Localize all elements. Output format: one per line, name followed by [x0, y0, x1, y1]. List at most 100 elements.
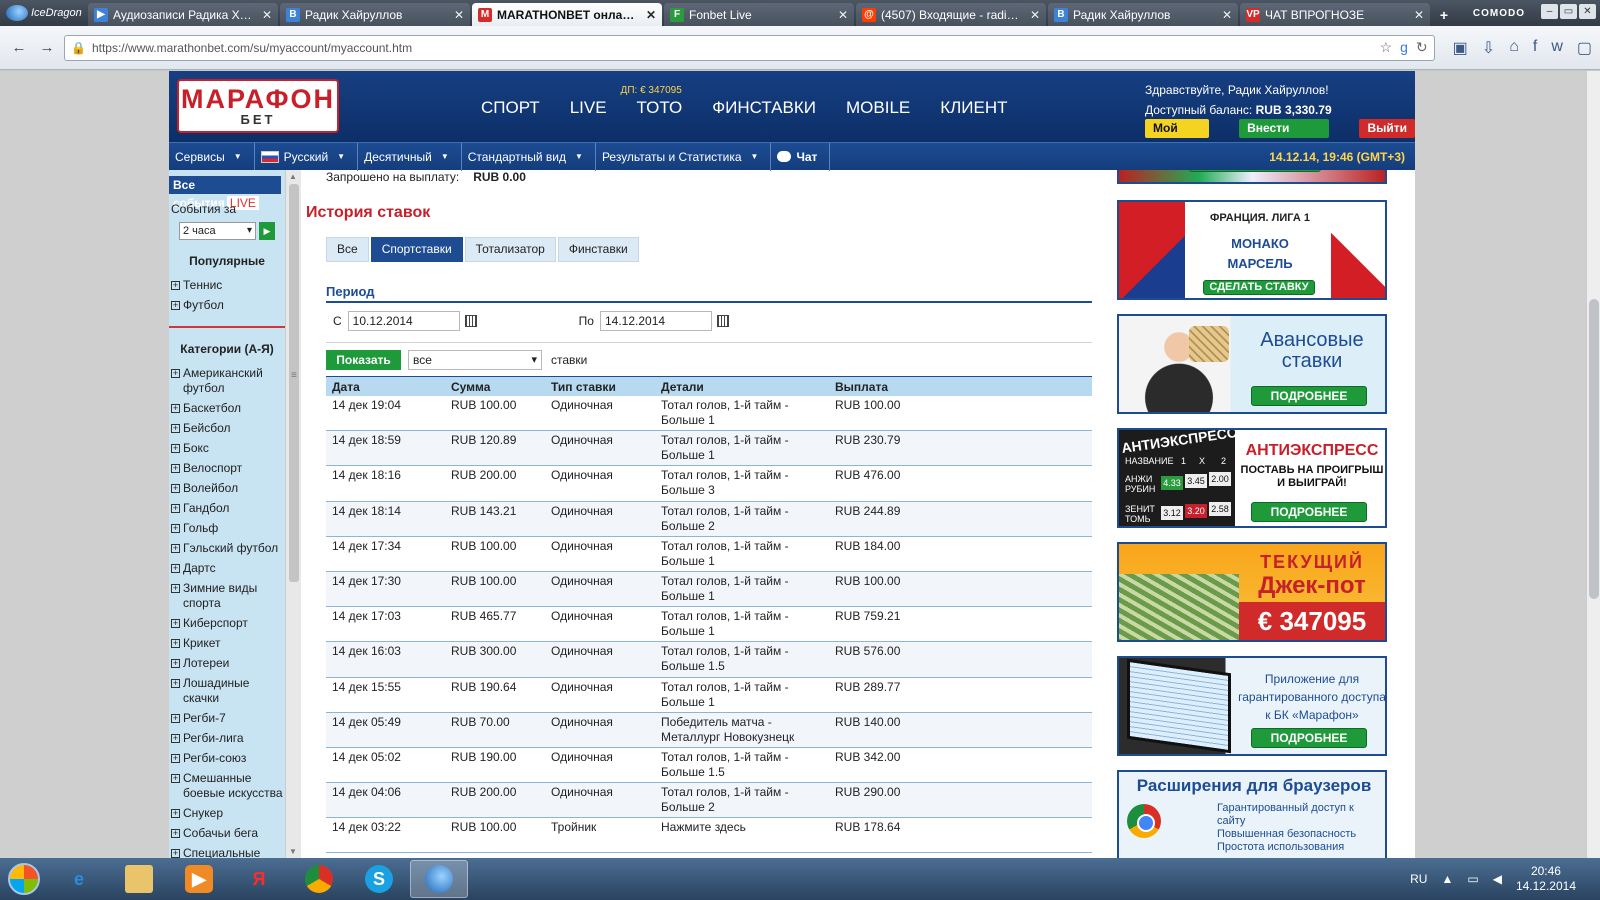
expand-plus-icon[interactable]: + [171, 829, 180, 838]
deposit-button[interactable]: Внести сумму [1239, 119, 1330, 154]
taskbar-chrome[interactable] [290, 860, 348, 898]
expand-plus-icon[interactable]: + [171, 544, 180, 553]
sidebar-category[interactable]: + Гандбол [169, 499, 285, 519]
sidebar-scrollbar[interactable]: ▲ ≡ ▼ [285, 170, 301, 858]
taskbar-explorer[interactable] [110, 860, 168, 898]
expand-plus-icon[interactable]: + [171, 281, 180, 290]
nav-toto[interactable]: ДП: € 347095 ТОТО [621, 85, 683, 118]
nav-sport[interactable]: СПОРТ [481, 98, 540, 118]
all-events-header[interactable]: Все события LIVE [169, 176, 281, 210]
browser-tab[interactable]: ▶ Аудиозаписи Радика Хайр... ✕ [88, 3, 278, 26]
results-menu[interactable]: Результаты и Статистика ▼ [596, 142, 772, 171]
menu-icon[interactable]: ▢ [1577, 38, 1592, 58]
language-menu[interactable]: Русский ▼ [255, 142, 359, 171]
more-button[interactable]: ПОДРОБНЕЕ [1251, 728, 1367, 748]
expand-plus-icon[interactable]: + [171, 809, 180, 818]
sidebar-category[interactable]: + Регби-7 [169, 709, 285, 729]
browser-tab[interactable]: B Радик Хайруллов ✕ [280, 3, 470, 26]
expand-plus-icon[interactable]: + [171, 369, 180, 378]
to-date-input[interactable]: 14.12.2014 [599, 311, 712, 331]
sidebar-category[interactable]: + Лошадиные скачки [169, 674, 285, 709]
sidebar-category[interactable]: + Снукер [169, 804, 285, 824]
address-bar[interactable]: 🔒 https://www.marathonbet.com/su/myaccou… [64, 34, 1435, 61]
page-scroll-thumb[interactable] [1589, 299, 1599, 599]
expand-plus-icon[interactable]: + [171, 564, 180, 573]
expand-plus-icon[interactable]: + [171, 301, 180, 310]
taskbar-icedragon[interactable] [410, 860, 468, 898]
url-text[interactable]: https://www.marathonbet.com/su/myaccount… [92, 41, 1374, 55]
download-icon[interactable]: ⇩ [1482, 38, 1495, 58]
sidebar-category[interactable]: + Крикет [169, 634, 285, 654]
tray-expand-icon[interactable]: ▲ [1441, 872, 1453, 886]
maximize-button[interactable]: ▭ [1560, 4, 1577, 19]
chat-link[interactable]: Чат [771, 142, 831, 171]
new-tab-button[interactable]: + [1432, 4, 1456, 26]
reload-icon[interactable]: ↻ [1416, 39, 1428, 56]
sidebar-category[interactable]: + Регби-лига [169, 729, 285, 749]
facebook-icon[interactable]: f [1533, 38, 1537, 58]
home-icon[interactable]: ⌂ [1509, 38, 1519, 58]
calendar-icon[interactable] [464, 315, 477, 327]
sidebar-category[interactable]: + Дартс [169, 559, 285, 579]
sidebar-category[interactable]: + Лотереи [169, 654, 285, 674]
services-menu[interactable]: Сервисы ▼ [169, 142, 255, 171]
banner-advance-bets[interactable]: Авансовые ставки ПОДРОБНЕЕ [1117, 314, 1387, 414]
taskbar-ie[interactable]: e [50, 860, 108, 898]
tab-bet-type[interactable]: Тотализатор [464, 237, 556, 262]
sidebar-category[interactable]: + Гольф [169, 519, 285, 539]
sidebar-category[interactable]: + Бейсбол [169, 419, 285, 439]
addon-icon[interactable]: w [1551, 38, 1563, 58]
table-row[interactable]: 14 дек 17:03 RUB 465.77 Одиночная Тотал гол… [326, 607, 1092, 643]
page-scrollbar[interactable] [1586, 71, 1600, 858]
browser-tab[interactable]: B Радик Хайруллов ✕ [1048, 3, 1238, 26]
my-account-button[interactable]: Мой счет [1145, 119, 1210, 154]
start-button[interactable] [0, 858, 48, 900]
tab-bet-type[interactable]: Спортставки [370, 237, 463, 262]
banner-match-top[interactable]: СДЕЛАТЬ СТАВКУ [1117, 170, 1387, 184]
make-bet-button[interactable]: СДЕЛАТЬ СТАВКУ [1203, 280, 1315, 295]
banner-ligue1[interactable]: ФРАНЦИЯ. ЛИГА 1 МОНАКО МАРСЕЛЬ СДЕЛАТЬ С… [1117, 200, 1387, 300]
expand-plus-icon[interactable]: + [171, 639, 180, 648]
expand-plus-icon[interactable]: + [171, 424, 180, 433]
sidebar-category[interactable]: + Волейбол [169, 479, 285, 499]
volume-icon[interactable]: ◀ [1493, 872, 1502, 886]
expand-plus-icon[interactable]: + [171, 404, 180, 413]
close-tab-icon[interactable]: ✕ [1414, 8, 1424, 22]
sidebar-category[interactable]: + Американский футбол [169, 364, 285, 399]
site-logo[interactable]: МАРАФОН БЕТ [177, 79, 339, 133]
expand-plus-icon[interactable]: + [171, 734, 180, 743]
banner-antiexpress[interactable]: АНТИЭКСПРЕСС НАЗВАНИЕ 1 X 2 АНЖИ РУБИН 4… [1117, 428, 1387, 528]
bookmark-star-icon[interactable]: ☆ [1380, 39, 1393, 56]
expand-plus-icon[interactable]: + [171, 584, 180, 593]
expand-plus-icon[interactable]: + [171, 464, 180, 473]
sidebar-category[interactable]: + Зимние виды спорта [169, 579, 285, 614]
table-row[interactable]: 14 дек 04:06 RUB 200.00 Одиночная Тотал гол… [326, 783, 1092, 819]
scroll-down-icon[interactable]: ▼ [289, 847, 297, 856]
search-engine-icon[interactable]: g [1400, 39, 1408, 56]
taskbar-skype[interactable]: S [350, 860, 408, 898]
sidebar-category[interactable]: + Смешанные боевые искусства [169, 769, 285, 804]
table-row[interactable]: 14 дек 17:30 RUB 100.00 Одиночная Тотал гол… [326, 571, 1092, 608]
calendar-icon[interactable] [716, 315, 729, 327]
forward-button[interactable]: → [36, 37, 58, 59]
taskbar-yandex[interactable]: Я [230, 860, 288, 898]
expand-plus-icon[interactable]: + [171, 524, 180, 533]
make-bet-button[interactable]: СДЕЛАТЬ СТАВКУ [1189, 170, 1321, 172]
taskbar-media[interactable]: ▶ [170, 860, 228, 898]
banner-jackpot[interactable]: ТЕКУЩИЙ Джек-пот € 347095 [1117, 542, 1387, 642]
close-tab-icon[interactable]: ✕ [454, 8, 464, 22]
expand-plus-icon[interactable]: + [171, 659, 180, 668]
expand-plus-icon[interactable]: + [171, 444, 180, 453]
table-row[interactable]: 14 дек 03:22 RUB 100.00 Тройник Нажмите зде… [326, 818, 1092, 854]
expand-plus-icon[interactable]: + [171, 849, 180, 858]
sidebar-category[interactable]: + Велоспорт [169, 459, 285, 479]
table-row[interactable]: 14 дек 16:03 RUB 300.00 Одиночная Тотал гол… [326, 642, 1092, 678]
tab-bet-type[interactable]: Финставки [557, 237, 639, 262]
expand-plus-icon[interactable]: + [171, 714, 180, 723]
sidebar-scroll-thumb[interactable] [289, 184, 299, 582]
network-icon[interactable]: ▭ [1467, 872, 1478, 886]
close-tab-icon[interactable]: ✕ [262, 8, 272, 22]
browser-brand[interactable]: IceDragon [0, 0, 88, 26]
sidebar-category[interactable]: + Киберспорт [169, 614, 285, 634]
table-row[interactable]: 14 дек 17:34 RUB 100.00 Одиночная Тотал гол… [326, 537, 1092, 572]
